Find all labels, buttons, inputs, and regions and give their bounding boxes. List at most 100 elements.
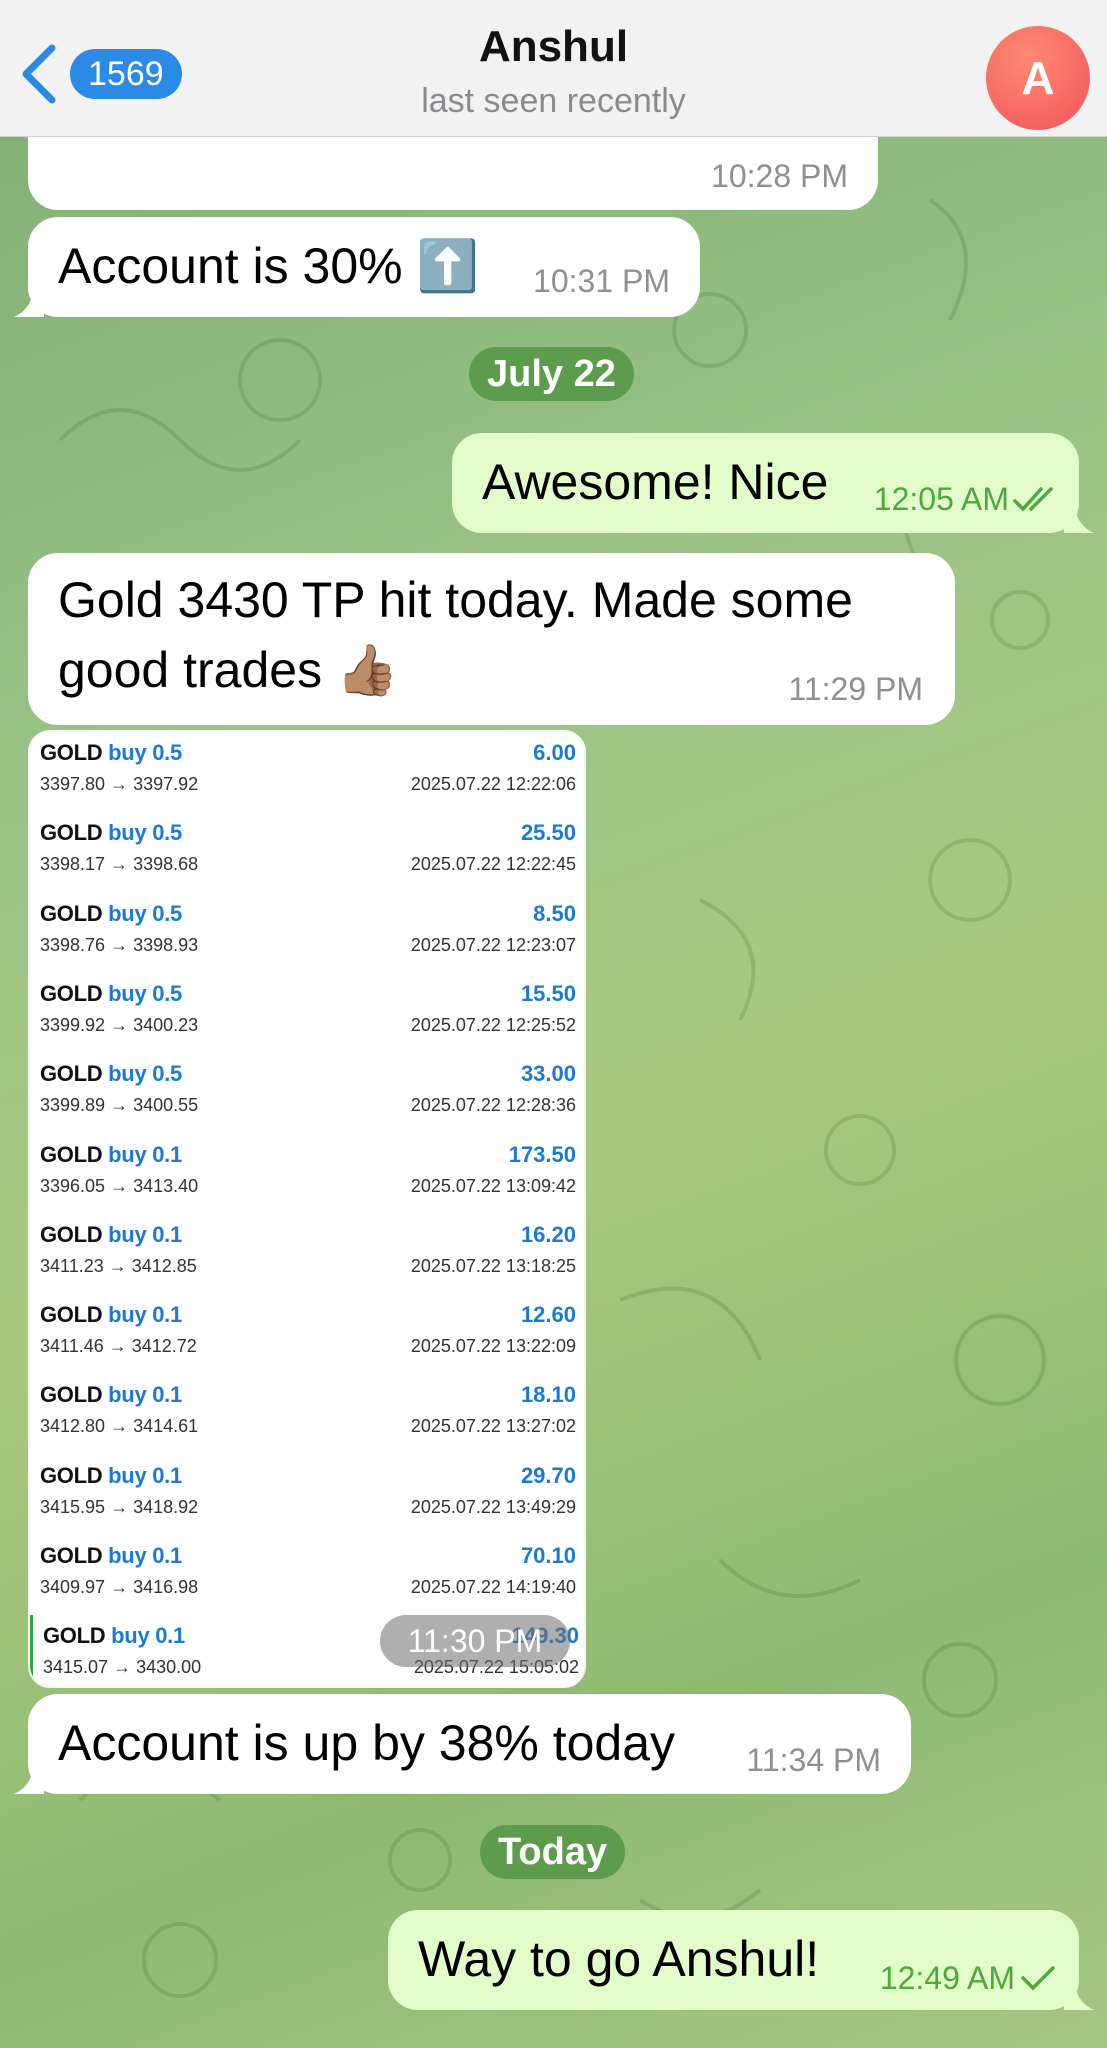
trade-prices: 3415.07 → 3430.00 xyxy=(43,1657,202,1678)
trade-date: 2025.07.22 12:28:36 xyxy=(410,1095,576,1116)
trade-prices: 3397.80 → 3397.92 xyxy=(40,774,199,794)
trade-side: buy 0.1 xyxy=(108,1221,182,1247)
message-time: 10:28 PM xyxy=(711,158,848,194)
trade-prices: 3399.89 → 3400.55 xyxy=(40,1095,199,1116)
trade-symbol: GOLD buy 0.5 xyxy=(40,740,182,765)
message-text: Account is up by 38% today xyxy=(58,1715,676,1771)
trade-symbol: GOLD buy 0.5 xyxy=(40,1061,182,1087)
trade-date: 2025.07.22 12:23:07 xyxy=(410,934,576,955)
message-text: Account is 30% ⬆️ xyxy=(58,238,479,294)
trade-date: 2025.07.22 12:22:06 xyxy=(410,774,576,794)
trade-symbol: GOLD buy 0.1 xyxy=(40,1462,182,1488)
date-separator: Today xyxy=(480,1825,626,1879)
trade-symbol: GOLD buy 0.1 xyxy=(40,1141,182,1167)
image-time-badge: 11:30 PM xyxy=(380,1615,570,1667)
message-incoming[interactable]: Gold 3430 TP hit today. Made some good t… xyxy=(28,553,955,725)
contact-status: last seen recently xyxy=(421,82,686,120)
trade-symbol: GOLD buy 0.5 xyxy=(40,980,182,1006)
trade-date: 2025.07.22 12:22:45 xyxy=(410,854,576,875)
message-time: 11:34 PM xyxy=(746,1742,881,1778)
trade-side: buy 0.1 xyxy=(108,1141,182,1167)
trade-profit: 70.10 xyxy=(520,1543,576,1568)
trade-row: GOLD buy 0.5 3397.80 → 3397.92 6.00 2025.07… xyxy=(30,732,584,812)
trade-history-image[interactable]: GOLD buy 0.5 3397.80 → 3397.92 6.00 2025.07… xyxy=(28,730,586,1688)
trade-date: 2025.07.22 13:18:25 xyxy=(410,1255,576,1276)
trade-date: 2025.07.22 12:25:52 xyxy=(410,1014,576,1035)
trade-row: GOLD buy 0.1 3411.46 → 3412.72 12.60 2025.0… xyxy=(30,1294,584,1374)
trade-profit: 15.50 xyxy=(520,980,576,1006)
trade-profit: 12.60 xyxy=(520,1302,576,1328)
trade-side: buy 0.5 xyxy=(108,740,182,765)
trade-date: 2025.07.22 14:19:40 xyxy=(410,1577,576,1597)
trade-row: GOLD buy 0.1 3411.23 → 3412.85 16.20 2025.0… xyxy=(30,1214,584,1294)
trade-side: buy 0.1 xyxy=(108,1462,182,1488)
trade-symbol: GOLD buy 0.1 xyxy=(40,1543,182,1568)
trade-profit: 33.00 xyxy=(520,1061,576,1087)
message-incoming[interactable]: Account is up by 38% today 11:34 PM xyxy=(28,1694,911,1794)
trade-row: GOLD buy 0.5 3399.92 → 3400.23 15.50 2025.0… xyxy=(30,973,584,1053)
avatar[interactable]: A xyxy=(986,26,1090,130)
trade-side: buy 0.5 xyxy=(108,900,182,926)
message-outgoing[interactable]: Way to go Anshul! 12:49 AM xyxy=(388,1910,1079,2010)
trade-date: 2025.07.22 13:27:02 xyxy=(410,1416,576,1437)
trade-prices: 3398.76 → 3398.93 xyxy=(40,934,199,955)
trade-row: GOLD buy 0.1 3412.80 → 3414.61 18.10 2025.0… xyxy=(30,1374,584,1454)
trade-symbol: GOLD buy 0.1 xyxy=(43,1623,185,1649)
trade-prices: 3409.97 → 3416.98 xyxy=(40,1577,199,1597)
message-text-line: Gold 3430 TP hit today. Made some xyxy=(58,572,853,628)
trade-side: buy 0.5 xyxy=(108,1061,182,1087)
trade-symbol: GOLD buy 0.1 xyxy=(40,1221,182,1247)
trade-prices: 3411.23 → 3412.85 xyxy=(40,1255,197,1276)
message-time: 11:29 PM xyxy=(788,671,923,707)
trade-profit: 16.20 xyxy=(520,1221,576,1247)
double-check-icon xyxy=(1013,487,1053,512)
trade-date: 2025.07.22 13:49:29 xyxy=(410,1496,576,1517)
message-time: 10:31 PM xyxy=(533,263,670,299)
trade-side: buy 0.5 xyxy=(108,820,182,846)
trade-profit: 29.70 xyxy=(520,1462,576,1488)
trade-profit: 8.50 xyxy=(533,900,576,926)
trade-prices: 3415.95 → 3418.92 xyxy=(40,1496,199,1517)
trade-side: buy 0.1 xyxy=(111,1623,185,1649)
bubble-tail xyxy=(14,1764,44,1794)
trade-profit: 173.50 xyxy=(508,1141,576,1167)
trade-side: buy 0.5 xyxy=(108,980,182,1006)
trade-side: buy 0.1 xyxy=(108,1382,182,1408)
trade-prices: 3398.17 → 3398.68 xyxy=(40,854,199,875)
message-incoming[interactable]: Account is 30% ⬆️ 10:31 PM xyxy=(28,217,700,317)
trade-row: GOLD buy 0.1 3409.97 → 3416.98 70.10 2025.0… xyxy=(30,1535,584,1615)
bubble-tail xyxy=(1064,503,1094,533)
trade-row: GOLD buy 0.1 3396.05 → 3413.40 173.50 2025.… xyxy=(30,1134,584,1214)
trade-prices: 3396.05 → 3413.40 xyxy=(40,1175,199,1196)
message-time: 12:05 AM xyxy=(873,481,1009,517)
trade-prices: 3399.92 → 3400.23 xyxy=(40,1014,199,1035)
message-outgoing[interactable]: Awesome! Nice 12:05 AM xyxy=(452,433,1079,533)
message-text: Awesome! Nice xyxy=(482,454,829,510)
trade-symbol: GOLD buy 0.5 xyxy=(40,820,182,846)
contact-name[interactable]: Anshul xyxy=(0,22,1107,72)
trade-side: buy 0.1 xyxy=(108,1302,182,1328)
trade-symbol: GOLD buy 0.1 xyxy=(40,1302,182,1328)
trade-row: GOLD buy 0.1 3415.95 → 3418.92 29.70 2025.0… xyxy=(30,1455,584,1535)
trade-date: 2025.07.22 13:09:42 xyxy=(410,1175,576,1196)
trade-date: 2025.07.22 13:22:09 xyxy=(410,1336,576,1357)
check-icon xyxy=(1021,1966,1055,1991)
bubble-tail xyxy=(1064,1980,1094,2010)
trade-profit: 25.50 xyxy=(520,820,576,846)
trade-prices: 3411.46 → 3412.72 xyxy=(40,1336,197,1357)
trade-row: GOLD buy 0.5 3399.89 → 3400.55 33.00 2025.0… xyxy=(30,1053,584,1133)
bubble-tail xyxy=(14,287,44,317)
trade-row: GOLD buy 0.5 3398.76 → 3398.93 8.50 2025.07… xyxy=(30,893,584,973)
trade-row: GOLD buy 0.5 3398.17 → 3398.68 25.50 2025.0… xyxy=(30,812,584,892)
trade-symbol: GOLD buy 0.1 xyxy=(40,1382,182,1408)
message-text-line: good trades 👍🏽 xyxy=(58,642,399,698)
trade-profit: 6.00 xyxy=(533,740,576,765)
chat-header: 1569 Anshul last seen recently A xyxy=(0,0,1107,137)
message-time: 12:49 AM xyxy=(879,1960,1015,1996)
trade-symbol: GOLD buy 0.5 xyxy=(40,900,182,926)
message-text: Way to go Anshul! xyxy=(418,1931,820,1987)
trade-prices: 3412.80 → 3414.61 xyxy=(40,1416,199,1437)
trade-profit: 18.10 xyxy=(520,1382,576,1408)
date-separator: July 22 xyxy=(469,347,634,401)
trade-side: buy 0.1 xyxy=(108,1543,182,1568)
